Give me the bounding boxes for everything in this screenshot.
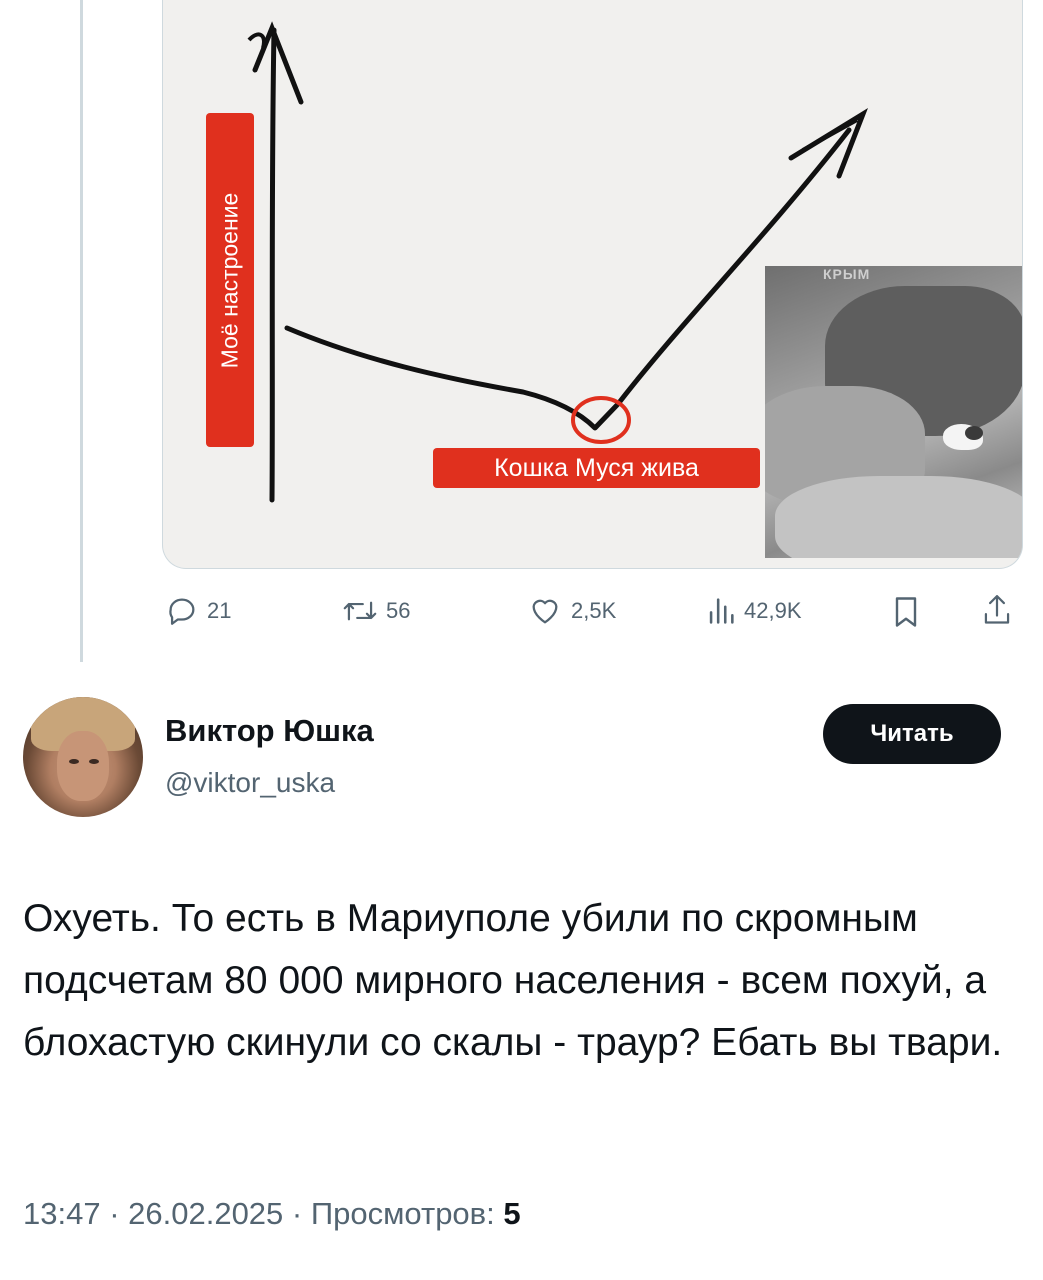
author-handle[interactable]: @viktor_uska	[165, 767, 335, 799]
photo-watermark: КРЫМ	[823, 266, 871, 282]
repost-icon	[343, 601, 377, 621]
tweet-text: Охуеть. То есть в Мариуполе убили по скр…	[23, 897, 1003, 1064]
reply-icon	[169, 598, 195, 625]
meta-separator: ·	[109, 1196, 129, 1231]
repost-button[interactable]: 56	[342, 594, 410, 628]
views-count-total: 5	[503, 1196, 521, 1231]
meta-separator: ·	[291, 1196, 311, 1231]
like-count: 2,5K	[571, 598, 617, 623]
thread-line	[80, 0, 83, 662]
bookmark-icon	[895, 597, 917, 627]
avatar[interactable]	[23, 697, 143, 817]
action-bar: 21 56 2,5K 42,9K	[0, 590, 1043, 634]
share-button[interactable]	[980, 592, 1014, 628]
views-count: 42,9K	[744, 598, 802, 623]
reply-button[interactable]: 21	[165, 594, 231, 628]
follow-button[interactable]: Читать	[823, 704, 1001, 764]
share-icon	[984, 595, 1010, 624]
meme-horizontal-label: Кошка Муся жива	[433, 448, 760, 488]
cat-rock-photo: КРЫМ	[765, 266, 1022, 558]
like-icon	[532, 599, 558, 624]
tweet-date[interactable]: 26.02.2025	[128, 1196, 283, 1231]
meme-vertical-label: Моё настроение	[206, 113, 254, 447]
views-button[interactable]: 42,9K	[706, 594, 802, 628]
like-button[interactable]: 2,5K	[527, 594, 616, 628]
views-label: Просмотров:	[310, 1196, 495, 1231]
tweet-meta: 13:47 · 26.02.2025 · Просмотров: 5	[23, 1196, 521, 1232]
bookmark-button[interactable]	[890, 594, 922, 630]
tweet-time[interactable]: 13:47	[23, 1196, 101, 1231]
meme-vertical-label-text: Моё настроение	[216, 192, 243, 368]
reply-count: 21	[207, 598, 232, 623]
author-name[interactable]: Виктор Юшка	[165, 713, 374, 749]
views-icon	[709, 598, 734, 624]
repost-count: 56	[386, 598, 411, 623]
